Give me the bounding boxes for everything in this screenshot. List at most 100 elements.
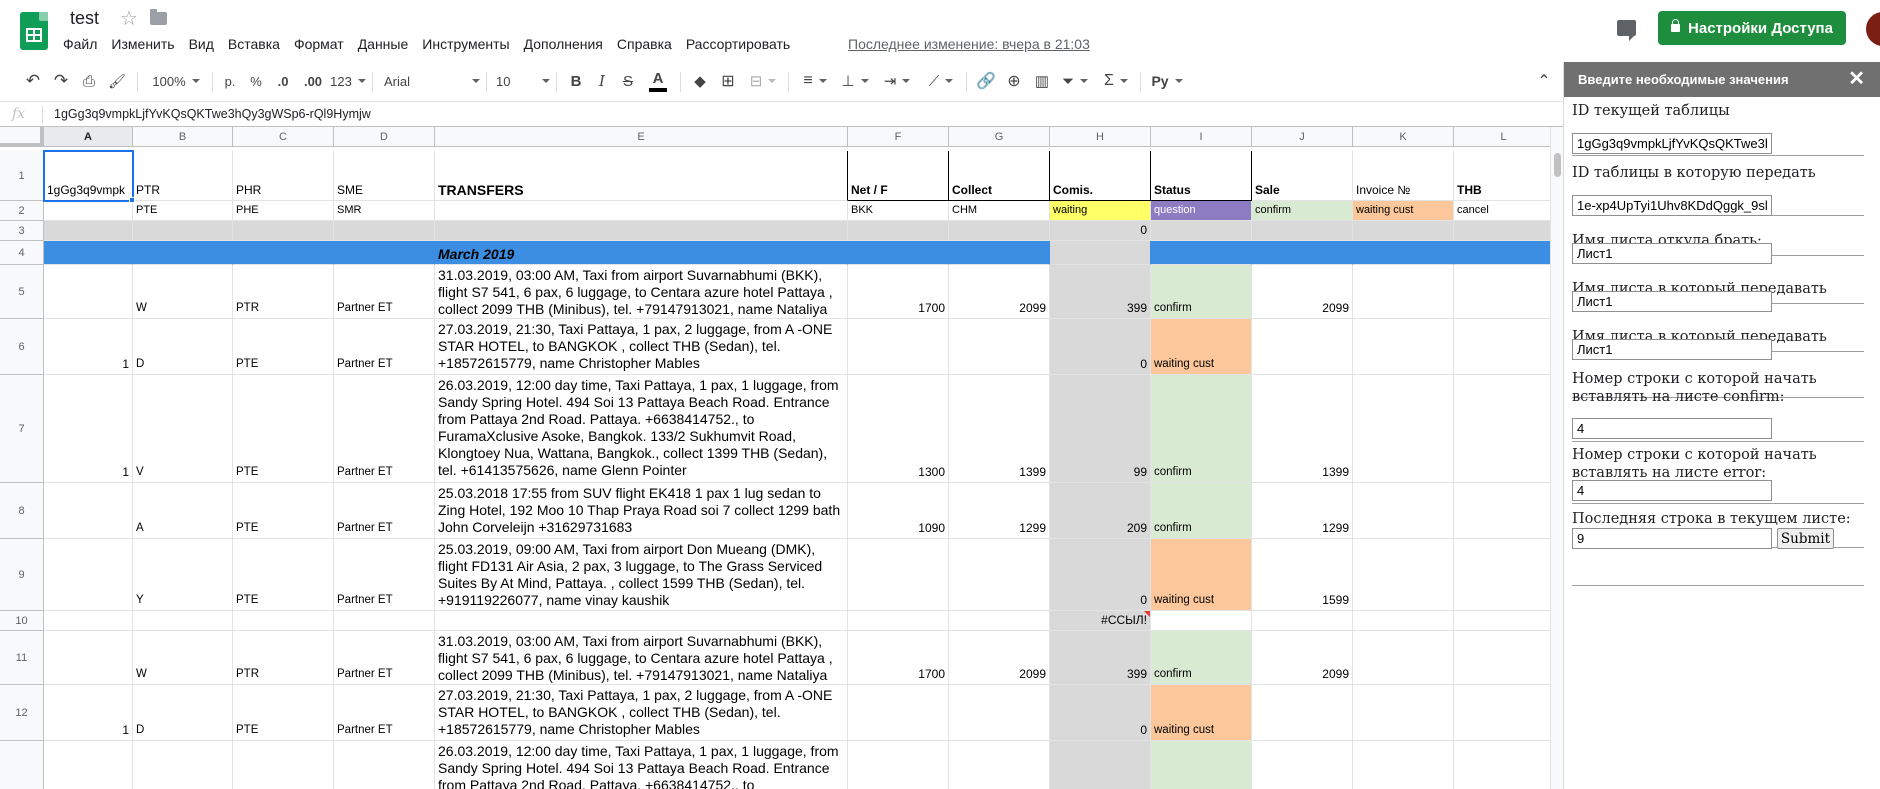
cell-a2[interactable] (44, 201, 133, 221)
menu-help[interactable]: Справка (617, 36, 672, 52)
menu-edit[interactable]: Изменить (111, 36, 174, 52)
row-header[interactable]: 9 (0, 539, 44, 611)
cell-b5[interactable]: W (133, 265, 233, 319)
cell-g5[interactable]: 2099 (949, 265, 1050, 319)
cell-f8[interactable]: 1090 (848, 483, 949, 539)
cell-k8[interactable] (1353, 483, 1454, 539)
cell-d3[interactable] (334, 221, 435, 241)
menu-sort[interactable]: Рассортировать (686, 36, 790, 52)
row-header[interactable] (0, 741, 44, 789)
cell-c1[interactable]: PHR (233, 151, 334, 201)
sidebar-field-input[interactable] (1572, 480, 1772, 501)
cell-h13[interactable] (1050, 741, 1151, 789)
cell-k11[interactable] (1353, 631, 1454, 685)
cell-j9[interactable]: 1599 (1252, 539, 1353, 611)
cell-f5[interactable]: 1700 (848, 265, 949, 319)
cell-a9[interactable] (44, 539, 133, 611)
cell-i12[interactable]: waiting cust (1151, 685, 1252, 741)
cell-a8[interactable] (44, 483, 133, 539)
cell-e2[interactable] (435, 201, 848, 221)
cell-l9[interactable] (1454, 539, 1554, 611)
cell-f9[interactable] (848, 539, 949, 611)
cell-j5[interactable]: 2099 (1252, 265, 1353, 319)
select-all-corner[interactable] (0, 127, 44, 147)
cell-j13[interactable] (1252, 741, 1353, 789)
formula-input[interactable]: 1gGg3q9vmpkLjfYvKQsQKTwe3hQy3gWSp6-rQl9H… (54, 107, 371, 121)
sheets-logo-icon[interactable] (20, 12, 48, 50)
cell-j3[interactable] (1252, 221, 1353, 241)
cell-h2[interactable]: waiting (1050, 201, 1151, 221)
cell-g13[interactable] (949, 741, 1050, 789)
menu-format[interactable]: Формат (294, 36, 344, 52)
text-wrapping-icon[interactable]: ⇥ (878, 62, 916, 100)
cell-a13[interactable] (44, 741, 133, 789)
cell-j6[interactable] (1252, 319, 1353, 375)
row-header[interactable]: 6 (0, 319, 44, 375)
cell-j8[interactable]: 1299 (1252, 483, 1353, 539)
row-header[interactable]: 2 (0, 201, 44, 221)
row-header[interactable]: 1 (0, 151, 44, 201)
sidebar-field-input[interactable] (1572, 528, 1772, 549)
cell-a12[interactable]: 1 (44, 685, 133, 741)
paint-format-icon[interactable]: 🖌 (106, 62, 128, 100)
cell-d4[interactable] (334, 241, 435, 265)
sidebar-field-input[interactable] (1572, 418, 1772, 439)
filter-icon[interactable]: ⏷ (1058, 62, 1092, 100)
column-header-d[interactable]: D (334, 127, 435, 147)
cell-k7[interactable] (1353, 375, 1454, 483)
cell-d9[interactable]: Partner ET (334, 539, 435, 611)
cell-b1[interactable]: PTR (133, 151, 233, 201)
text-color-button[interactable]: A (646, 62, 670, 100)
cell-k3[interactable] (1353, 221, 1454, 241)
sidebar-field-input[interactable] (1572, 291, 1772, 312)
cell-k10[interactable] (1353, 611, 1454, 631)
cell-g2[interactable]: CHM (949, 201, 1050, 221)
insert-chart-icon[interactable]: ▥ (1030, 62, 1054, 100)
cell-e3[interactable] (435, 221, 848, 241)
cell-l4[interactable] (1454, 241, 1554, 265)
sidebar-field-input[interactable] (1572, 195, 1772, 216)
cell-e7[interactable]: 26.03.2019, 12:00 day time, Taxi Pattaya… (435, 375, 848, 483)
cell-l11[interactable] (1454, 631, 1554, 685)
cell-j4[interactable] (1252, 241, 1353, 265)
cell-f3[interactable] (848, 221, 949, 241)
cell-a11[interactable] (44, 631, 133, 685)
cell-h11[interactable]: 399 (1050, 631, 1151, 685)
comments-icon[interactable] (1617, 20, 1636, 41)
menu-view[interactable]: Вид (189, 36, 214, 52)
cell-e1[interactable]: TRANSFERS (435, 151, 848, 201)
cell-j10[interactable] (1252, 611, 1353, 631)
menu-data[interactable]: Данные (358, 36, 409, 52)
cell-g11[interactable]: 2099 (949, 631, 1050, 685)
cell-d12[interactable]: Partner ET (334, 685, 435, 741)
cell-l10[interactable] (1454, 611, 1554, 631)
cell-i6[interactable]: waiting cust (1151, 319, 1252, 375)
cell-c3[interactable] (233, 221, 334, 241)
cell-i5[interactable]: confirm (1151, 265, 1252, 319)
vertical-scrollbar[interactable] (1550, 127, 1563, 789)
row-header[interactable]: 4 (0, 241, 44, 265)
scrollbar-thumb[interactable] (1554, 153, 1561, 177)
cell-d7[interactable]: Partner ET (334, 375, 435, 483)
cell-b4[interactable] (133, 241, 233, 265)
cell-c10[interactable] (233, 611, 334, 631)
cell-c6[interactable]: PTE (233, 319, 334, 375)
cell-l3[interactable] (1454, 221, 1554, 241)
column-header-k[interactable]: K (1353, 127, 1454, 147)
cell-g4[interactable] (949, 241, 1050, 265)
cell-f2[interactable]: BKK (848, 201, 949, 221)
close-icon[interactable]: ✕ (1848, 69, 1865, 89)
cell-f12[interactable] (848, 685, 949, 741)
cell-b11[interactable]: W (133, 631, 233, 685)
italic-button[interactable]: I (592, 62, 612, 100)
last-edit-link[interactable]: Последнее изменение: вчера в 21:03 (848, 36, 1090, 52)
cell-i13[interactable] (1151, 741, 1252, 789)
cell-g1[interactable]: Collect (949, 151, 1050, 201)
cell-l1[interactable]: THB (1454, 151, 1554, 201)
functions-icon[interactable]: Σ (1098, 62, 1134, 100)
row-header[interactable]: 10 (0, 611, 44, 631)
insert-link-icon[interactable]: 🔗 (974, 62, 998, 100)
cell-b2[interactable]: PTE (133, 201, 233, 221)
fill-handle[interactable] (129, 197, 135, 203)
column-header-i[interactable]: I (1151, 127, 1252, 147)
